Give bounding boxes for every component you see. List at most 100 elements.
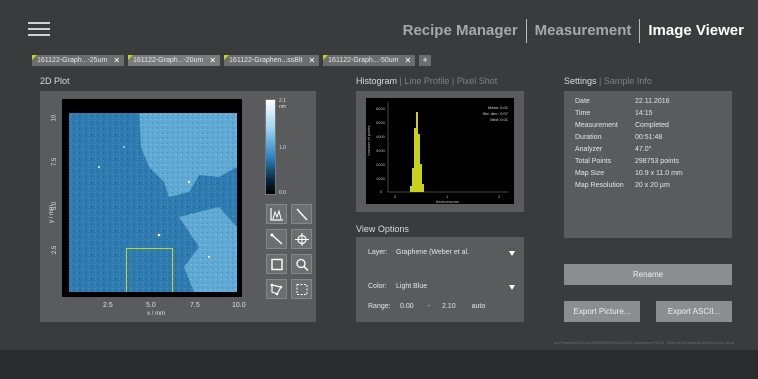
view-options-panel: Layer: Graphene (Weber et al. Color: Lig… (356, 237, 524, 322)
export-picture-button[interactable]: Export Picture... (564, 301, 640, 322)
settings-value: 14:15 (635, 110, 653, 117)
settings-key: Map Resolution (575, 182, 624, 189)
histogram-y-tick: 2000 (376, 162, 386, 167)
fit-view-tool-button[interactable] (291, 279, 312, 299)
plot-x-tick: 10.0 (232, 302, 246, 309)
tab-sample-info[interactable]: Sample Info (604, 76, 652, 86)
close-icon[interactable]: ✕ (209, 56, 216, 65)
histogram-chart: Number of points 6000 5000 4000 3000 200… (366, 98, 514, 204)
settings-value: 20 x 20 µm (635, 182, 670, 189)
plot-title: 2D Plot (40, 76, 70, 86)
nav-recipe-manager[interactable]: Recipe Manager (395, 18, 526, 44)
colorbar-min-label: 0.0 (279, 190, 286, 196)
histogram-bars (410, 112, 424, 192)
histogram-y-tick: 0 (380, 189, 383, 194)
settings-key: Time (575, 110, 591, 117)
rectangle-tool-button[interactable] (266, 254, 287, 274)
file-tab-label: 161122-Graph...-50um (328, 56, 399, 64)
histogram-y-tick: 6000 (376, 106, 386, 111)
file-tab[interactable]: 161122-Graphen...ssBlt ✕ (224, 54, 320, 66)
range-auto-button[interactable]: auto (472, 303, 486, 310)
nav-image-viewer[interactable]: Image Viewer (640, 18, 752, 44)
layer-label: Layer: (368, 249, 388, 256)
add-tab-button[interactable]: + (419, 54, 432, 66)
plot-x-tick: 2.5 (103, 302, 113, 309)
close-icon[interactable]: ✕ (308, 56, 315, 65)
line-tool-icon (295, 208, 308, 220)
plot-y-tick: 2.5 (52, 245, 59, 255)
settings-value: 22.11.2016 (635, 98, 670, 105)
histogram-tool-button[interactable] (266, 204, 287, 224)
histogram-graphic: Number of points 6000 5000 4000 3000 200… (366, 102, 509, 204)
tab-flag-icon (323, 54, 329, 60)
plot-panel: y / mm 10 7.5 5.0 2.5 2.5 5.0 7.5 10.0 x… (40, 91, 316, 322)
plot-x-tick: 5.0 (146, 302, 156, 309)
settings-row: Total Points 298753 points (575, 158, 679, 165)
file-tab[interactable]: 161122-Graph...-25um ✕ (32, 54, 125, 66)
layer-dropdown-arrow-icon[interactable] (509, 251, 515, 256)
settings-row: Measurement Completed (575, 122, 669, 129)
settings-value: 10.9 x 11.0 mm (635, 170, 683, 177)
main-nav: Recipe Manager Measurement Image Viewer (395, 18, 752, 44)
settings-value: 00:51:48 (635, 134, 663, 141)
draw-line-icon (270, 233, 282, 245)
settings-key: Date (575, 98, 590, 105)
rectangle-icon (270, 258, 283, 270)
rename-button[interactable]: Rename (564, 264, 732, 285)
plot-x-tick: 7.5 (190, 302, 200, 309)
point-tool-button[interactable] (291, 229, 312, 249)
colorbar-mid-label: 1.0 (279, 145, 286, 151)
histogram-y-tick: 1000 (376, 176, 386, 181)
histogram-y-tick: 5000 (376, 120, 386, 125)
polygon-tool-button[interactable] (266, 279, 287, 299)
polygon-icon (270, 283, 282, 295)
file-path: M:\Projekte\DIS\DIS-080\Mf\RHK\01\161122… (553, 340, 734, 345)
range-min-input[interactable]: 0.00 (400, 303, 414, 310)
roi-selection[interactable] (126, 248, 173, 292)
color-select[interactable]: Light Blue (396, 283, 427, 290)
plot-y-tick: 5.0 (52, 201, 59, 211)
zoom-tool-button[interactable] (291, 254, 312, 274)
file-tab-active[interactable]: 161122-Graph...-20um ✕ (128, 54, 221, 66)
tab-pixel-shot[interactable]: Pixel Shot (457, 76, 498, 86)
app-window: Recipe Manager Measurement Image Viewer … (0, 0, 758, 379)
plot-canvas[interactable] (62, 99, 242, 297)
settings-row: Date 22.11.2016 (575, 98, 670, 105)
histogram-stat: Std. dev.: 0.07 (483, 111, 509, 116)
line-profile-tool-button[interactable] (291, 204, 312, 224)
hamburger-menu-icon[interactable] (28, 22, 50, 36)
bottom-bar (0, 350, 758, 379)
colorbar (265, 99, 276, 195)
settings-row: Analyzer 47.0° (575, 146, 651, 153)
histogram-x-tick: 0 (394, 194, 397, 199)
settings-row: Map Resolution 20 x 20 µm (575, 182, 670, 189)
color-dropdown-arrow-icon[interactable] (509, 285, 515, 290)
tab-histogram[interactable]: Histogram (356, 76, 397, 86)
nav-measurement[interactable]: Measurement (527, 18, 640, 44)
tab-line-profile[interactable]: Line Profile (404, 76, 449, 86)
settings-key: Measurement (575, 122, 618, 129)
file-tab-strip: 161122-Graph...-25um ✕ 161122-Graph...-2… (32, 54, 432, 66)
plot-y-tick: 10 (51, 114, 58, 122)
file-tab-label: 161122-Graphen...ssBlt (229, 56, 303, 64)
histogram-y-title: Number of points (366, 126, 371, 156)
tab-flag-icon (32, 54, 37, 60)
close-icon[interactable]: ✕ (113, 56, 120, 65)
settings-row: Time 14:15 (575, 110, 653, 117)
selection-frame-icon (296, 283, 307, 295)
plot-y-tick: 7.5 (52, 157, 59, 167)
draw-line-tool-button[interactable] (266, 229, 287, 249)
settings-value: 47.0° (635, 146, 652, 153)
histogram-stat: Med: 0.01 (490, 117, 509, 122)
crosshair-icon (294, 232, 309, 246)
export-ascii-button[interactable]: Export ASCII... (656, 301, 732, 322)
range-max-input[interactable]: 2.10 (442, 303, 456, 310)
range-separator: - (427, 303, 430, 310)
range-row: Range: 0.00 - 2.10 auto (368, 303, 485, 310)
close-icon[interactable]: ✕ (404, 56, 411, 65)
height-map-image[interactable] (69, 107, 237, 292)
histogram-x-tick: 2 (498, 194, 501, 199)
layer-select[interactable]: Graphene (Weber et al. (396, 249, 469, 256)
file-tab[interactable]: 161122-Graph...-50um ✕ (323, 54, 416, 66)
tab-settings[interactable]: Settings (564, 76, 597, 86)
